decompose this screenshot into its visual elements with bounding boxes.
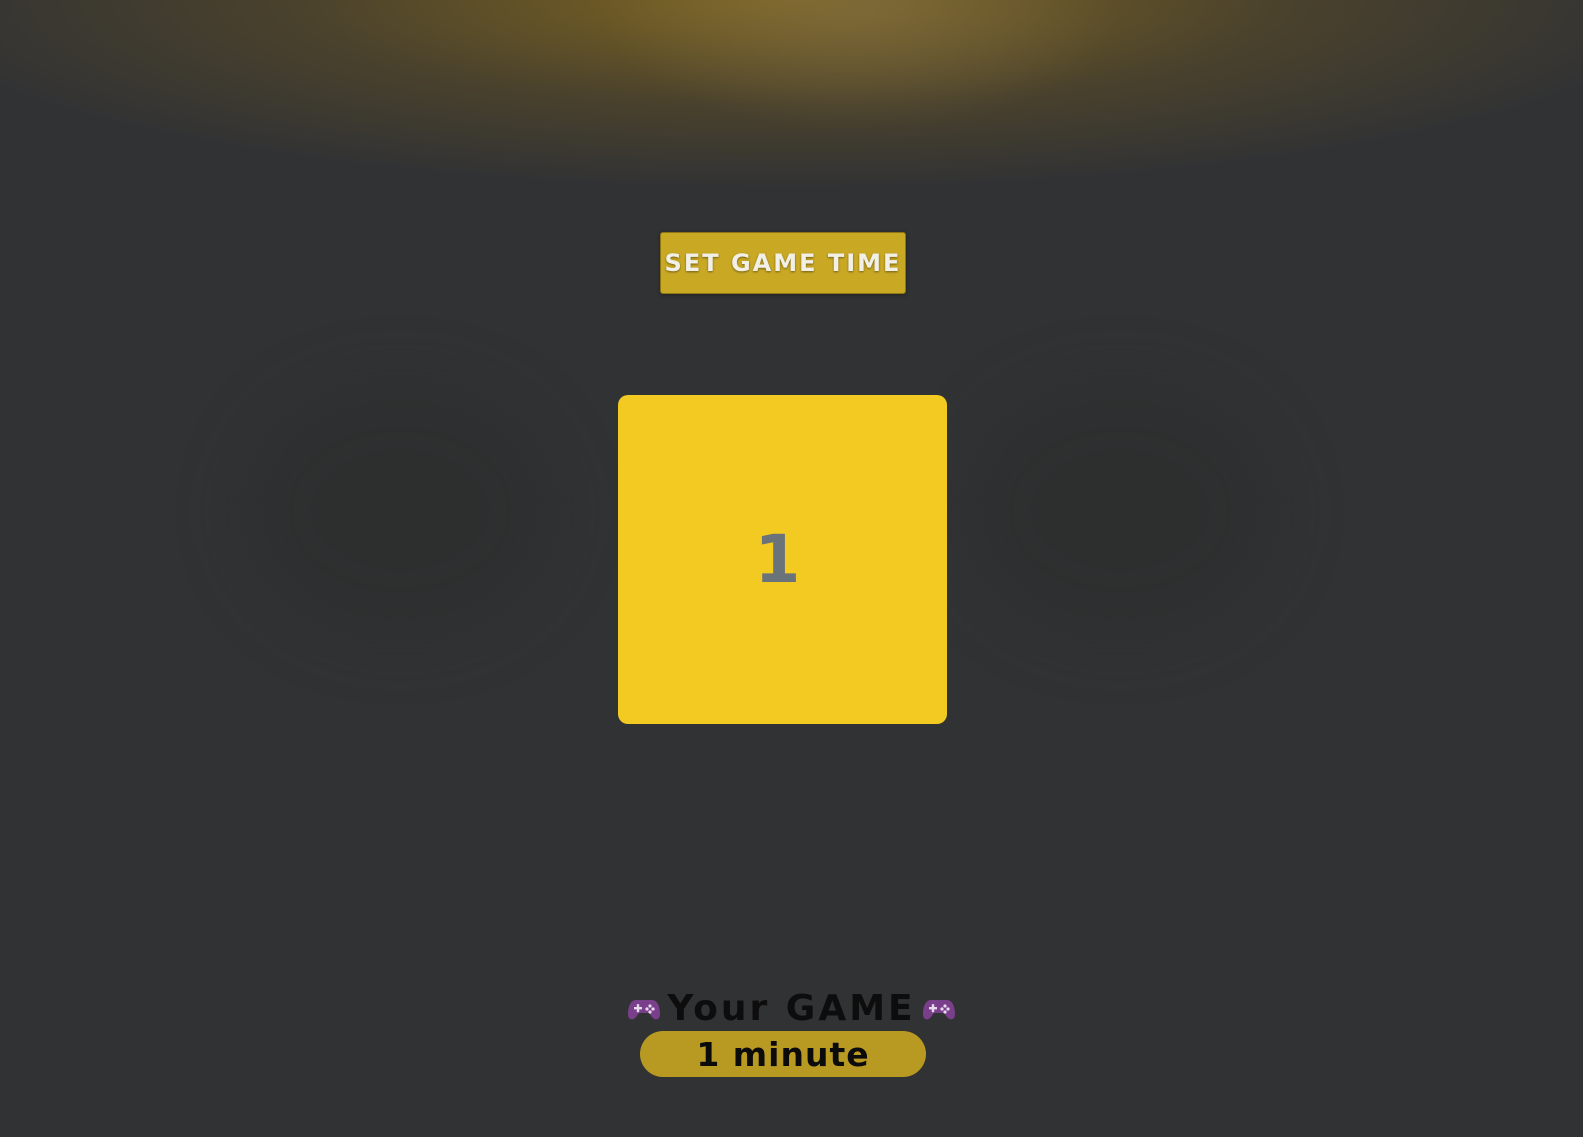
top-glow-decoration: [0, 0, 1583, 260]
background-shape-left: [240, 380, 560, 640]
tile-number: 1: [754, 521, 801, 598]
game-title: Your GAME: [0, 988, 1583, 1029]
set-game-time-button[interactable]: SET GAME TIME: [660, 232, 906, 294]
game-tile[interactable]: 1: [618, 395, 947, 724]
background-shape-right: [960, 380, 1280, 640]
game-title-text: Your GAME: [667, 988, 916, 1029]
game-duration-text: 1 minute: [696, 1034, 870, 1074]
gamepad-icon: [922, 995, 956, 1023]
gamepad-icon: [627, 995, 661, 1023]
game-duration-badge: 1 minute: [640, 1031, 926, 1077]
